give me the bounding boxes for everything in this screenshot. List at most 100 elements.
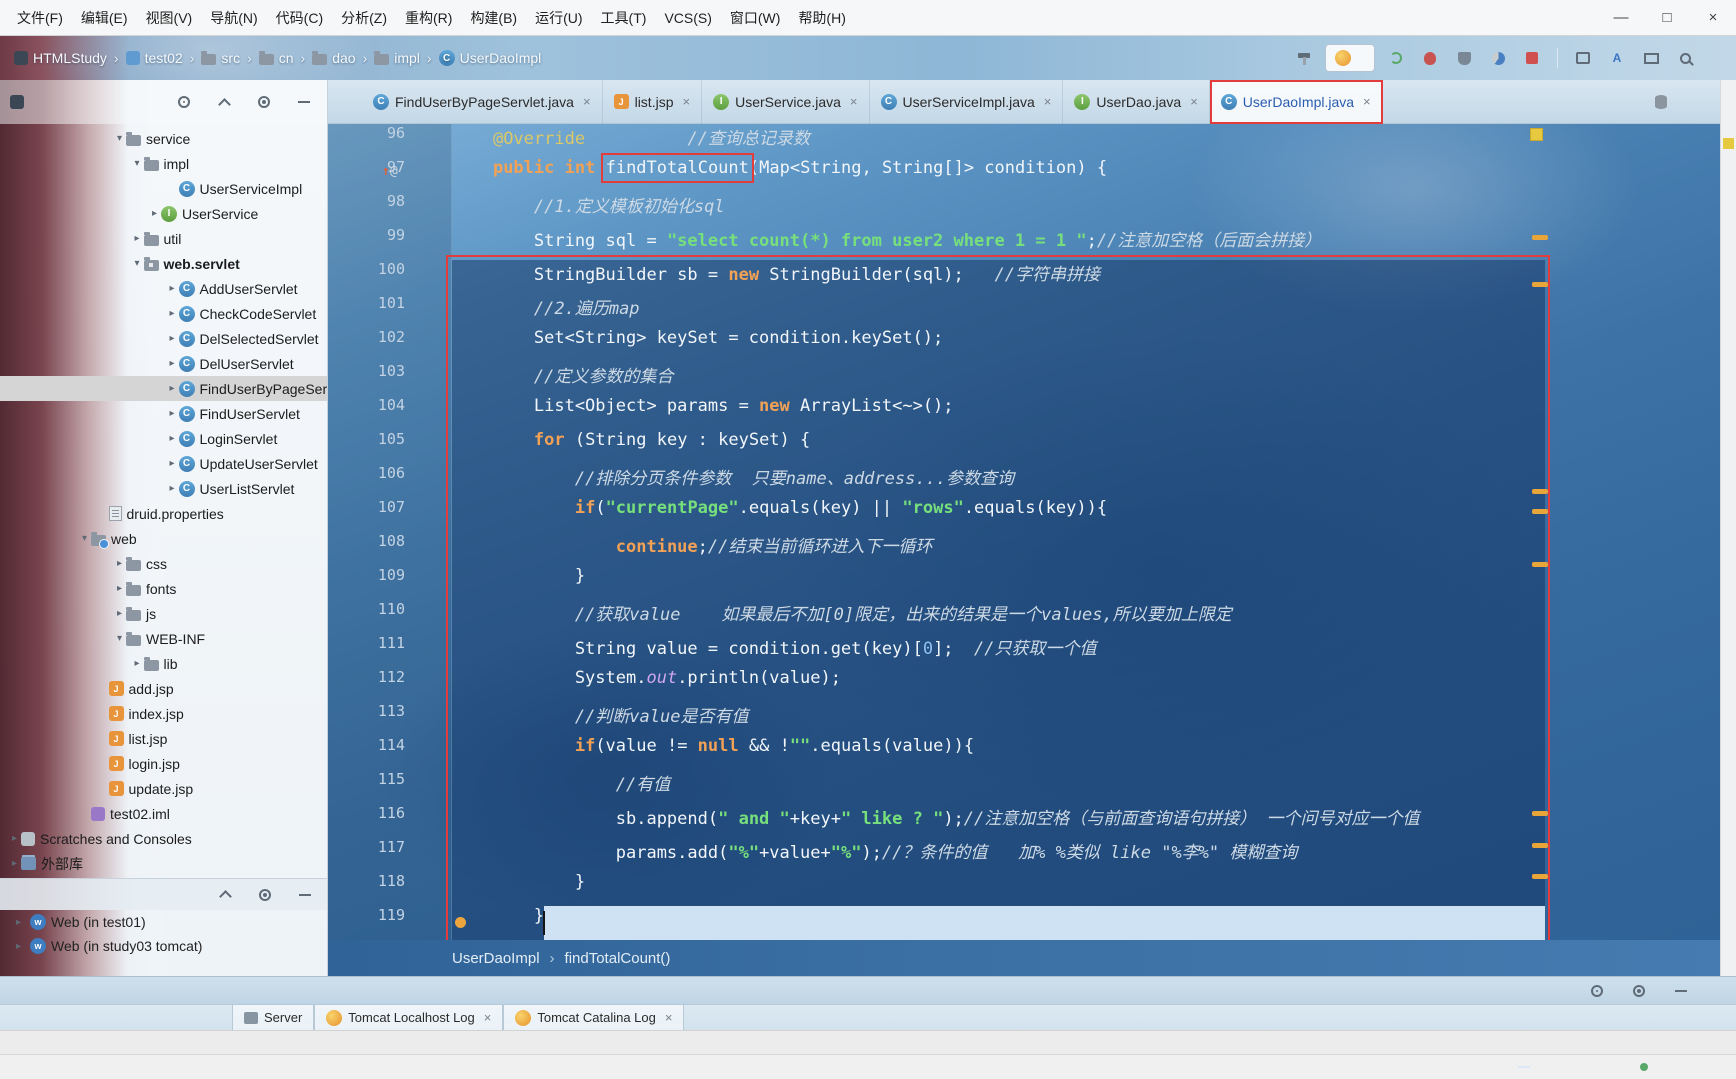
gutter-line-101[interactable]: 101 xyxy=(328,294,451,328)
database-button[interactable] xyxy=(1655,95,1674,109)
chevron-right-icon[interactable]: ▸ xyxy=(12,917,25,928)
menu-h[interactable]: 帮助(H) xyxy=(789,10,854,26)
gear-button[interactable] xyxy=(252,882,278,908)
gutter-line-112[interactable]: 112 xyxy=(328,668,451,702)
gutter-line-119[interactable]: 119 xyxy=(328,906,451,940)
code-line-109[interactable]: } xyxy=(452,566,1720,600)
gutter-line-100[interactable]: 100 xyxy=(328,260,451,294)
menu-c[interactable]: 代码(C) xyxy=(267,10,332,26)
chevron-right-icon[interactable]: ▸ xyxy=(113,608,126,619)
gutter-line-108[interactable]: 108 xyxy=(328,532,451,566)
tab-list-jsp[interactable]: Jlist.jsp× xyxy=(603,80,703,124)
gutter-line-98[interactable]: 98 xyxy=(328,192,451,226)
minus-button[interactable] xyxy=(292,882,318,908)
chevron-right-icon[interactable]: ▸ xyxy=(166,483,179,494)
gutter-line-113[interactable]: 113 xyxy=(328,702,451,736)
chevron-right-icon[interactable]: ▸ xyxy=(166,308,179,319)
web-item-web-in-study03-tomcat[interactable]: ▸wWeb (in study03 tomcat) xyxy=(0,934,328,958)
tab-finduserbypageservlet-java[interactable]: CFindUserByPageServlet.java× xyxy=(362,80,603,124)
editor-breadcrumb-item[interactable]: UserDaoImpl xyxy=(452,950,540,967)
close-button[interactable]: × xyxy=(1690,0,1736,35)
tree-item-scratches-and-consoles[interactable]: ▸Scratches and Consoles xyxy=(0,826,327,851)
tree-item-deluserservlet[interactable]: ▸CDelUserServlet xyxy=(0,351,327,376)
code-line-112[interactable]: System.out.println(value); xyxy=(452,668,1720,702)
code-line-107[interactable]: if("currentPage".equals(key) || "rows".e… xyxy=(452,498,1720,532)
close-tab-icon[interactable]: × xyxy=(1190,94,1198,109)
menu-f[interactable]: 文件(F) xyxy=(8,10,72,26)
breadcrumb-item-cn[interactable]: cn xyxy=(257,50,296,66)
stop-button[interactable] xyxy=(1519,45,1545,71)
menu-w[interactable]: 窗口(W) xyxy=(721,10,790,26)
tree-item-index-jsp[interactable]: Jindex.jsp xyxy=(0,701,327,726)
breadcrumb-item-src[interactable]: src xyxy=(199,50,242,66)
chevron-right-icon[interactable]: ▸ xyxy=(12,941,25,952)
chevron-down-icon[interactable]: ▾ xyxy=(131,258,144,269)
code-line-114[interactable]: if(value != null && !"".equals(value)){ xyxy=(452,736,1720,770)
tree-item-login-jsp[interactable]: Jlogin.jsp xyxy=(0,751,327,776)
tree-item-web-inf[interactable]: ▾WEB-INF xyxy=(0,626,327,651)
search-everywhere-button[interactable] xyxy=(1672,45,1698,71)
chevron-right-icon[interactable]: ▸ xyxy=(166,458,179,469)
tree-item-add-jsp[interactable]: Jadd.jsp xyxy=(0,676,327,701)
services-tab-server[interactable]: Server xyxy=(232,1005,314,1031)
code-line-115[interactable]: //有值 xyxy=(452,770,1720,804)
gutter-line-117[interactable]: 117 xyxy=(328,838,451,872)
error-stripe-mark[interactable] xyxy=(1532,811,1548,816)
menu-t[interactable]: 工具(T) xyxy=(592,10,656,26)
code-line-116[interactable]: sb.append(" and "+key+" like ? ");//注意加空… xyxy=(452,804,1720,838)
chevron-right-icon[interactable]: ▸ xyxy=(166,408,179,419)
menu-u[interactable]: 运行(U) xyxy=(526,10,591,26)
tree-item-userservice[interactable]: ▸IUserService xyxy=(0,201,327,226)
chevron-right-icon[interactable]: ▸ xyxy=(131,233,144,244)
tree-item-updateuserservlet[interactable]: ▸CUpdateUserServlet xyxy=(0,451,327,476)
code-line-100[interactable]: StringBuilder sb = new StringBuilder(sql… xyxy=(452,260,1720,294)
gutter-line-118[interactable]: 118 xyxy=(328,872,451,906)
breadcrumb-item-userdaoimpl[interactable]: CUserDaoImpl xyxy=(437,50,544,66)
gutter-line-107[interactable]: 107 xyxy=(328,498,451,532)
tab-userdaoimpl-java[interactable]: CUserDaoImpl.java× xyxy=(1210,80,1383,124)
chevron-right-icon[interactable]: ▸ xyxy=(113,583,126,594)
collapse-button[interactable] xyxy=(211,89,237,115)
services-tab-tomcat-catalina-log[interactable]: Tomcat Catalina Log× xyxy=(503,1005,684,1031)
tree-item-item[interactable]: ▸外部库 xyxy=(0,851,327,876)
close-tab-icon[interactable]: × xyxy=(1044,94,1052,109)
menu-e[interactable]: 编辑(E) xyxy=(72,10,137,26)
breadcrumb-item-impl[interactable]: impl xyxy=(372,50,422,66)
chevron-right-icon[interactable]: ▸ xyxy=(148,208,161,219)
tree-item-userserviceimpl[interactable]: CUserServiceImpl xyxy=(0,176,327,201)
close-tab-icon[interactable]: × xyxy=(682,94,690,109)
tab-userdao-java[interactable]: IUserDao.java× xyxy=(1063,80,1209,124)
code-line-101[interactable]: //2.遍历map xyxy=(452,294,1720,328)
menu-v[interactable]: 视图(V) xyxy=(137,10,202,26)
tree-item-adduserservlet[interactable]: ▸CAddUserServlet xyxy=(0,276,327,301)
tree-item-finduserservlet[interactable]: ▸CFindUserServlet xyxy=(0,401,327,426)
chevron-down-icon[interactable]: ▾ xyxy=(131,158,144,169)
code-line-102[interactable]: Set<String> keySet = condition.keySet(); xyxy=(452,328,1720,362)
error-stripe-mark[interactable] xyxy=(1532,874,1548,879)
code-line-111[interactable]: String value = condition.get(key)[0]; //… xyxy=(452,634,1720,668)
tree-item-util[interactable]: ▸util xyxy=(0,226,327,251)
error-stripe-mark[interactable] xyxy=(1532,282,1548,287)
gutter-line-110[interactable]: 110 xyxy=(328,600,451,634)
gutter-line-102[interactable]: 102 xyxy=(328,328,451,362)
coverage-button[interactable] xyxy=(1451,45,1477,71)
tree-item-test02-iml[interactable]: test02.iml xyxy=(0,801,327,826)
chevron-right-icon[interactable]: ▸ xyxy=(166,358,179,369)
close-tab-icon[interactable]: × xyxy=(484,1010,492,1025)
maximize-button[interactable]: □ xyxy=(1644,0,1690,35)
tree-item-web[interactable]: ▾web xyxy=(0,526,327,551)
gear-button[interactable] xyxy=(251,89,277,115)
chevron-right-icon[interactable]: ▸ xyxy=(166,283,179,294)
tree-item-list-jsp[interactable]: Jlist.jsp xyxy=(0,726,327,751)
minimize-button[interactable]: — xyxy=(1598,0,1644,35)
gutter-line-104[interactable]: 104 xyxy=(328,396,451,430)
profiler-button[interactable] xyxy=(1485,45,1511,71)
gutter-line-114[interactable]: 114 xyxy=(328,736,451,770)
code-line-119[interactable]: } xyxy=(452,906,1720,940)
code-line-98[interactable]: //1.定义模板初始化sql xyxy=(452,192,1720,226)
gutter-line-105[interactable]: 105 xyxy=(328,430,451,464)
rerun-button[interactable] xyxy=(1383,45,1409,71)
close-tab-icon[interactable]: × xyxy=(583,94,591,109)
tree-item-loginservlet[interactable]: ▸CLoginServlet xyxy=(0,426,327,451)
chevron-right-icon[interactable]: ▸ xyxy=(166,333,179,344)
